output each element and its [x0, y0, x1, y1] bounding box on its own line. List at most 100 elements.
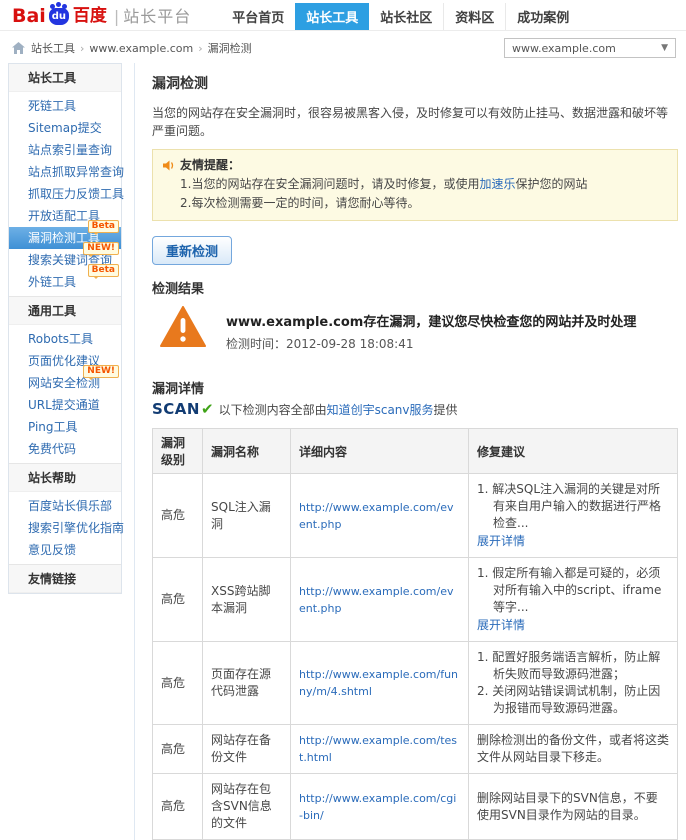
- fix-text: 1. 解决SQL注入漏洞的关键是对所有来自用户输入的数据进行严格检查...: [477, 482, 662, 530]
- logo-text-baidu: 百度: [72, 6, 107, 26]
- sidebar-item-site-security[interactable]: 网站安全检测 NEW!: [9, 365, 121, 394]
- vuln-url-link[interactable]: http://www.example.com/funny/m/4.shtml: [299, 666, 460, 700]
- table-row: 高危 页面存在源代码泄露 http://www.example.com/funn…: [152, 641, 678, 725]
- nav-item-webmaster-tools[interactable]: 站长工具: [295, 2, 370, 30]
- knownsec-link[interactable]: 知道创宇: [327, 401, 375, 418]
- col-header-fix: 修复建议: [468, 428, 678, 474]
- sidebar-section-links: 友情链接: [9, 564, 121, 593]
- top-header: Bai du 百度 | 站长平台 平台首页 站长工具 站长社区 资料区 成功案例: [0, 0, 686, 31]
- sidebar-section-title: 站长帮助: [9, 463, 121, 492]
- col-header-detail: 详细内容: [290, 428, 469, 474]
- result-heading: 检测结果: [152, 282, 205, 297]
- provider-text: 以下检测内容全部由: [218, 402, 327, 417]
- friendly-reminder-box: 友情提醒： 1.当您的网站存在安全漏洞问题时，请及时修复，或使用加速乐保护您的网…: [152, 149, 678, 221]
- nav-item-resources[interactable]: 资料区: [443, 2, 505, 30]
- scanv-provider-line: SCAN ✔ 以下检测内容全部由 知道创宇 scanv服务 提供: [152, 400, 678, 418]
- result-time-label: 检测时间：: [226, 337, 287, 351]
- page-title: 漏洞检测: [152, 76, 208, 92]
- sidebar-item-seo-guide[interactable]: 搜索引擎优化指南: [9, 517, 124, 539]
- expand-details-link[interactable]: 展开详情: [477, 533, 525, 550]
- table-row: 高危 网站存在备份文件 http://www.example.com/test.…: [152, 724, 678, 774]
- notice-line-1: 1.当您的网站存在安全漏洞问题时，请及时修复，或使用加速乐保护您的网站: [163, 175, 667, 194]
- breadcrumb-item-tools[interactable]: 站长工具: [31, 40, 75, 56]
- sidebar-list: 死链工具 Sitemap提交 站点索引量查询 站点抓取异常查询 抓取压力反馈工具…: [9, 92, 124, 296]
- vuln-name-cell: XSS跨站脚本漏洞: [202, 557, 291, 642]
- result-time: 检测时间：2012-09-28 18:08:41: [226, 335, 636, 352]
- nav-item-community[interactable]: 站长社区: [369, 3, 443, 30]
- sidebar-item-label: 外链工具: [28, 275, 77, 289]
- sidebar-section-title: 友情链接: [9, 564, 121, 593]
- vuln-name-cell: SQL注入漏洞: [202, 473, 291, 558]
- result-text-group: www.example.com存在漏洞，建议您尽快检查您的网站并及时处理 检测时…: [226, 306, 636, 352]
- fix-cell: 1. 配置好服务端语言解析，防止解析失败而导致源码泄露； 2. 关闭网站错误调试…: [468, 641, 678, 725]
- vuln-name-cell: 网站存在备份文件: [202, 724, 291, 774]
- nav-item-success-cases[interactable]: 成功案例: [505, 2, 580, 30]
- sidebar-section-help: 站长帮助 百度站长俱乐部 搜索引擎优化指南 意见反馈: [9, 463, 124, 564]
- sidebar-item-robots[interactable]: Robots工具: [9, 328, 121, 350]
- vuln-url-link[interactable]: http://www.example.com/test.html: [299, 732, 460, 766]
- site-selector-dropdown[interactable]: www.example.com ▼: [504, 38, 676, 58]
- vulnerability-table: 漏洞级别 漏洞名称 详细内容 修复建议 高危 SQL注入漏洞 http://ww…: [152, 428, 678, 840]
- result-block: www.example.com存在漏洞，建议您尽快检查您的网站并及时处理 检测时…: [152, 306, 678, 352]
- sidebar-item-crawl-pressure[interactable]: 抓取压力反馈工具: [9, 183, 124, 205]
- nav-item-home[interactable]: 平台首页: [221, 3, 295, 30]
- provider-text-tail: 提供: [433, 402, 458, 417]
- fix-cell: 删除网站目录下的SVN信息，不要使用SVN目录作为网站的目录。: [468, 773, 678, 840]
- vuln-level-cell: 高危: [152, 773, 203, 840]
- warning-triangle-icon: [160, 306, 206, 348]
- fix-text: 2. 关闭网站错误调试机制，防止因为报错而导致源码泄露。: [477, 684, 661, 715]
- breadcrumb-separator: ›: [80, 41, 85, 55]
- breadcrumb-item-current: 漏洞检测: [207, 42, 252, 55]
- home-icon[interactable]: [12, 42, 25, 54]
- sidebar-item-feedback[interactable]: 意见反馈: [9, 539, 121, 561]
- vuln-url-link[interactable]: http://www.example.com/cgi-bin/: [299, 790, 460, 824]
- breadcrumb-separator: ›: [198, 41, 203, 55]
- breadcrumb-item-site[interactable]: www.example.com: [89, 42, 193, 55]
- notice-line-1-text: 1.当您的网站存在安全漏洞问题时，请及时修复，或使用: [180, 177, 480, 191]
- scanv-check-icon: ✔: [200, 400, 214, 418]
- page-body: 站长工具 死链工具 Sitemap提交 站点索引量查询 站点抓取异常查询 抓取压…: [0, 63, 686, 840]
- logo-divider: |: [113, 7, 120, 26]
- vuln-name-cell: 网站存在包含SVN信息的文件: [202, 773, 291, 840]
- fix-cell: 1. 解决SQL注入漏洞的关键是对所有来自用户输入的数据进行严格检查... 展开…: [468, 473, 678, 558]
- speaker-icon: [163, 160, 175, 171]
- fix-text: 删除网站目录下的SVN信息，不要使用SVN目录作为网站的目录。: [477, 790, 658, 822]
- sidebar-list: Robots工具 页面优化建议 网站安全检测 NEW! URL提交通道 Ping…: [9, 325, 121, 463]
- vuln-level-cell: 高危: [152, 724, 203, 774]
- vuln-name-cell: 页面存在源代码泄露: [202, 641, 291, 725]
- fix-text: 删除检测出的备份文件，或者将这类文件从网站目录下移走。: [477, 733, 670, 764]
- chevron-down-icon: ▼: [661, 43, 668, 53]
- sidebar-item-free-code[interactable]: 免费代码: [9, 438, 121, 460]
- fix-cell: 1. 假定所有输入都是可疑的，必须对所有输入中的script、iframe等字.…: [468, 557, 678, 642]
- table-header-row: 漏洞级别 漏洞名称 详细内容 修复建议: [152, 428, 678, 474]
- sidebar-item-ping[interactable]: Ping工具: [9, 416, 121, 438]
- expand-details-link[interactable]: 展开详情: [477, 617, 525, 634]
- sidebar-list: 百度站长俱乐部 搜索引擎优化指南 意见反馈: [9, 492, 124, 564]
- vuln-url-link[interactable]: http://www.example.com/event.php: [299, 499, 460, 533]
- sidebar-item-club[interactable]: 百度站长俱乐部: [9, 495, 121, 517]
- notice-line-2: 2.每次检测需要一定的时间，请您耐心等待。: [180, 196, 420, 210]
- fix-text: 1. 假定所有输入都是可疑的，必须对所有输入中的script、iframe等字.…: [477, 566, 662, 614]
- notice-title: 友情提醒：: [180, 158, 241, 172]
- beta-badge: Beta: [87, 264, 119, 279]
- notice-header: 友情提醒：: [163, 156, 667, 175]
- sidebar-item-dead-link-tool[interactable]: 死链工具: [9, 95, 121, 117]
- col-header-level: 漏洞级别: [152, 428, 203, 474]
- sidebar-item-sitemap[interactable]: Sitemap提交: [9, 117, 121, 139]
- sidebar-item-backlink-tool[interactable]: 外链工具 Beta: [9, 264, 121, 293]
- fix-text: 1. 配置好服务端语言解析，防止解析失败而导致源码泄露；: [477, 650, 661, 681]
- sidebar-item-index-query[interactable]: 站点索引量查询: [9, 139, 121, 161]
- scanv-service-link[interactable]: scanv服务: [375, 401, 434, 418]
- sidebar-item-crawl-error[interactable]: 站点抓取异常查询: [9, 161, 124, 183]
- baidu-logo[interactable]: Bai du 百度 | 站长平台: [12, 4, 191, 26]
- new-badge: NEW!: [83, 242, 119, 257]
- col-header-name: 漏洞名称: [202, 428, 291, 474]
- sidebar-section-title: 通用工具: [9, 296, 121, 325]
- jiasule-link[interactable]: 加速乐: [479, 177, 515, 191]
- sidebar-item-url-submit[interactable]: URL提交通道: [9, 394, 121, 416]
- vuln-url-link[interactable]: http://www.example.com/event.php: [299, 583, 460, 617]
- recheck-button[interactable]: 重新检测: [152, 236, 233, 265]
- vuln-level-cell: 高危: [152, 557, 203, 642]
- breadcrumb-bar: 站长工具 › www.example.com › 漏洞检测 www.exampl…: [0, 31, 686, 63]
- sidebar-section-title: 站长工具: [9, 64, 121, 92]
